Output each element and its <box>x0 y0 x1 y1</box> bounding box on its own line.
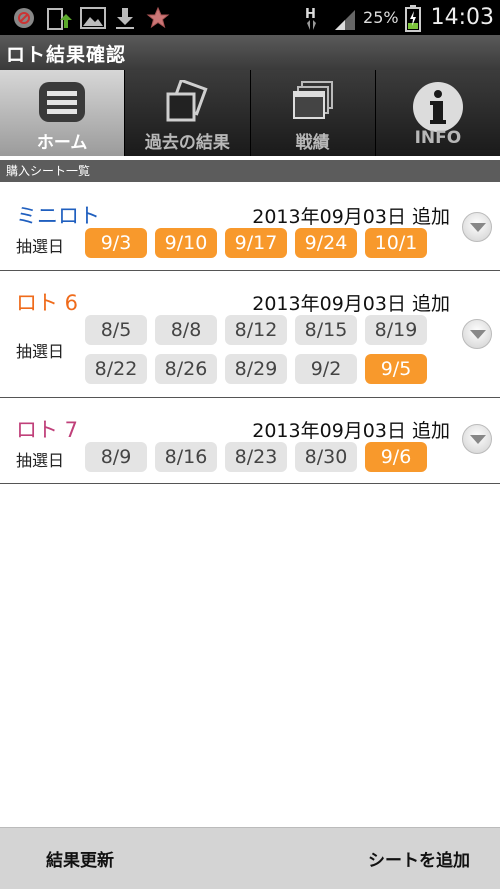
record-icon <box>292 81 333 119</box>
draw-label: 抽選日 <box>16 342 65 361</box>
tab-record[interactable]: 戦績 <box>250 70 376 156</box>
sync-icon <box>47 8 72 30</box>
draw-date-chip: 8/29 <box>225 354 287 384</box>
expand-dropdown-icon[interactable] <box>462 319 492 349</box>
draw-date-chip: 8/9 <box>85 442 147 472</box>
app-title: ロト結果確認 <box>6 44 127 66</box>
draw-date-chip: 9/24 <box>295 228 357 258</box>
draw-date-chip: 8/22 <box>85 354 147 384</box>
draw-date-chip: 9/6 <box>365 442 427 472</box>
tab-past-results[interactable]: 過去の結果 <box>125 70 251 156</box>
status-bar: H 25% 14:03 <box>0 0 500 35</box>
sheet-card[interactable]: ロト 6 2013年09月03日 追加 抽選日 8/5 8/8 8/12 8/1… <box>0 271 500 398</box>
draw-label: 抽選日 <box>16 451 65 470</box>
blocked-app-icon <box>14 8 34 28</box>
draw-date-chip: 8/15 <box>295 315 357 345</box>
sheet-name: ミニロト <box>16 204 100 228</box>
tab-home[interactable]: ホーム <box>0 70 126 156</box>
draw-date-chip: 9/10 <box>155 228 217 258</box>
draw-date-chip: 8/26 <box>155 354 217 384</box>
bottom-action-bar: 結果更新 シートを追加 <box>0 827 500 889</box>
expand-dropdown-icon[interactable] <box>462 212 492 242</box>
tab-record-label: 戦績 <box>295 133 330 153</box>
draw-date-chip: 8/5 <box>85 315 147 345</box>
draw-date-chip: 9/2 <box>295 354 357 384</box>
download-icon <box>116 8 134 29</box>
sheet-date: 2013年09月03日 追加 <box>252 420 450 442</box>
tab-past-results-label: 過去の結果 <box>144 133 230 153</box>
status-right: H 25% 14:03 <box>305 0 494 35</box>
sheet-name: ロト 6 <box>16 291 79 315</box>
clock: 14:03 <box>430 5 494 30</box>
draw-date-chip: 8/16 <box>155 442 217 472</box>
battery-icon <box>404 4 421 32</box>
draw-date-chip: 9/3 <box>85 228 147 258</box>
draw-date-chip: 8/19 <box>365 315 427 345</box>
tab-home-label: ホーム <box>36 133 88 153</box>
expand-dropdown-icon[interactable] <box>462 424 492 454</box>
info-icon <box>412 82 463 132</box>
tab-info-label: INFO <box>414 128 462 148</box>
network-type: H <box>305 7 316 22</box>
sheet-date: 2013年09月03日 追加 <box>252 206 450 228</box>
draw-date-chip: 8/8 <box>155 315 217 345</box>
sheet-card[interactable]: ミニロト 2013年09月03日 追加 抽選日 9/3 9/10 9/17 9/… <box>0 184 500 271</box>
sheet-card[interactable]: ロト 7 2013年09月03日 追加 抽選日 8/9 8/16 8/23 8/… <box>0 398 500 484</box>
tab-bar: ホーム 過去の結果 戦績 INFO <box>0 70 500 156</box>
home-list-icon <box>39 82 86 122</box>
add-sheet-button[interactable]: シートを追加 <box>368 846 470 871</box>
tab-info[interactable]: INFO <box>375 70 500 156</box>
past-results-icon <box>166 80 208 122</box>
draw-date-chip: 9/17 <box>225 228 287 258</box>
sheet-name: ロト 7 <box>16 418 79 442</box>
draw-date-chip: 8/30 <box>295 442 357 472</box>
sheet-date: 2013年09月03日 追加 <box>252 293 450 315</box>
draw-date-chip: 9/5 <box>365 354 427 384</box>
app-bar: ロト結果確認 <box>0 35 500 70</box>
draw-date-chip: 8/12 <box>225 315 287 345</box>
draw-label: 抽選日 <box>16 237 65 256</box>
draw-date-chip: 8/23 <box>225 442 287 472</box>
draw-date-chip: 10/1 <box>365 228 427 258</box>
image-icon <box>80 7 106 29</box>
refresh-results-button[interactable]: 結果更新 <box>46 846 114 871</box>
star-icon <box>146 6 170 29</box>
section-header: 購入シート一覧 <box>0 160 500 182</box>
network-signal-icon: H <box>305 7 356 30</box>
battery-percent: 25% <box>363 8 399 27</box>
